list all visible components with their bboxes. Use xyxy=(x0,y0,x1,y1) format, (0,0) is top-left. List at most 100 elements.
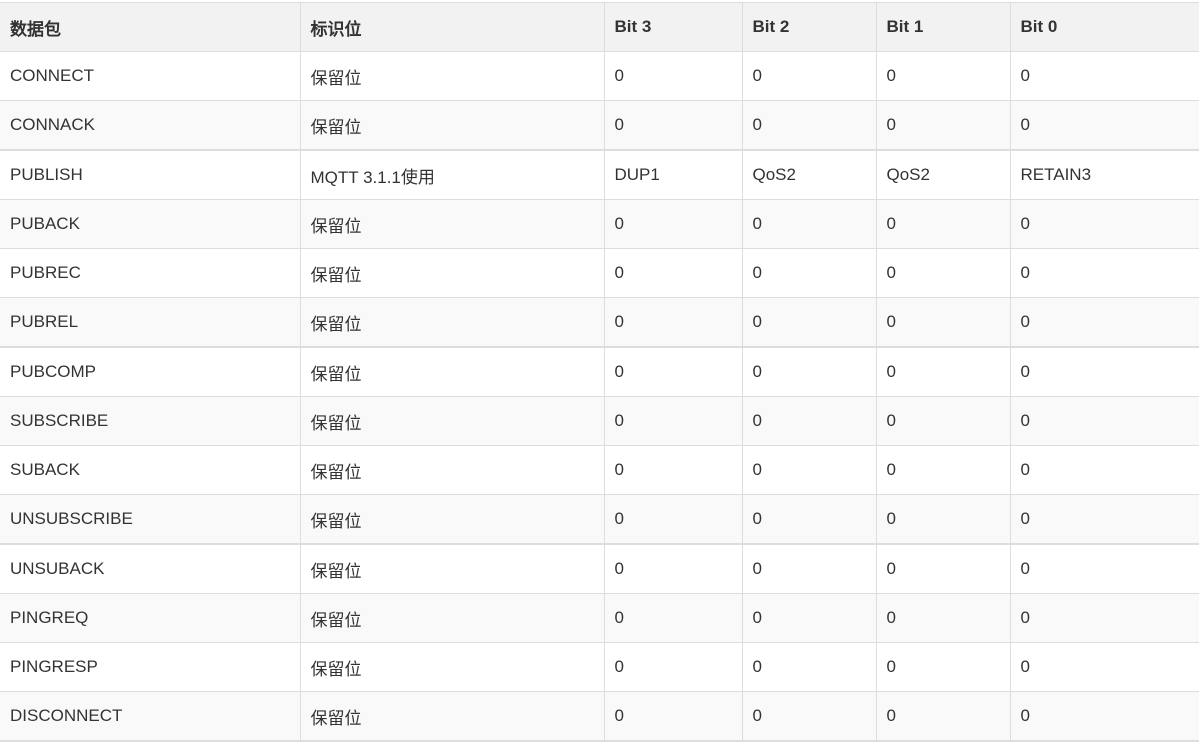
table-row: PUBCOMP 保留位 0 0 0 0 xyxy=(0,346,1199,397)
cell-bit-1: 0 xyxy=(875,100,1010,151)
cell-flags: 保留位 xyxy=(299,100,604,151)
table-row: PINGREQ 保留位 0 0 0 0 xyxy=(0,593,1199,643)
cell-packet: PINGRESP xyxy=(0,642,300,692)
cell-bit-3: 0 xyxy=(603,593,742,643)
cell-bit-0: 0 xyxy=(1009,199,1199,249)
cell-bit-1: QoS2 xyxy=(875,149,1010,200)
cell-bit-2: 0 xyxy=(741,691,876,742)
table-row: PINGRESP 保留位 0 0 0 0 xyxy=(0,642,1199,692)
cell-bit-0: 0 xyxy=(1009,248,1199,298)
cell-packet: SUBSCRIBE xyxy=(0,396,300,446)
cell-packet: SUBACK xyxy=(0,445,300,495)
cell-flags: 保留位 xyxy=(299,445,604,495)
table-row: PUBREC 保留位 0 0 0 0 xyxy=(0,248,1199,298)
cell-bit-0: 0 xyxy=(1009,445,1199,495)
cell-bit-0: 0 xyxy=(1009,346,1199,397)
cell-bit-1: 0 xyxy=(875,199,1010,249)
cell-bit-2: 0 xyxy=(741,543,876,594)
cell-flags: 保留位 xyxy=(299,691,604,742)
cell-flags: 保留位 xyxy=(299,642,604,692)
cell-bit-2: 0 xyxy=(741,593,876,643)
cell-flags: 保留位 xyxy=(299,346,604,397)
cell-bit-2: 0 xyxy=(741,51,876,101)
cell-bit-1: 0 xyxy=(875,642,1010,692)
cell-bit-1: 0 xyxy=(875,346,1010,397)
header-bit-3: Bit 3 xyxy=(603,2,742,52)
cell-flags: 保留位 xyxy=(299,396,604,446)
cell-bit-3: 0 xyxy=(603,100,742,151)
cell-bit-1: 0 xyxy=(875,445,1010,495)
cell-packet: PUBREC xyxy=(0,248,300,298)
table-row: SUBSCRIBE 保留位 0 0 0 0 xyxy=(0,396,1199,446)
cell-bit-0: 0 xyxy=(1009,642,1199,692)
table-row: PUBREL 保留位 0 0 0 0 xyxy=(0,297,1199,348)
cell-bit-0: 0 xyxy=(1009,494,1199,545)
cell-bit-2: 0 xyxy=(741,396,876,446)
header-bit-2: Bit 2 xyxy=(741,2,876,52)
cell-packet: UNSUBACK xyxy=(0,543,300,594)
table-header: 数据包 标识位 Bit 3 Bit 2 Bit 1 Bit 0 xyxy=(0,2,1199,52)
header-row: 数据包 标识位 Bit 3 Bit 2 Bit 1 Bit 0 xyxy=(0,2,1199,52)
cell-bit-3: 0 xyxy=(603,248,742,298)
cell-bit-2: QoS2 xyxy=(741,149,876,200)
cell-bit-3: 0 xyxy=(603,642,742,692)
cell-bit-1: 0 xyxy=(875,248,1010,298)
cell-bit-0: 0 xyxy=(1009,297,1199,348)
cell-bit-3: 0 xyxy=(603,445,742,495)
cell-bit-3: 0 xyxy=(603,51,742,101)
cell-bit-0: RETAIN3 xyxy=(1009,149,1199,200)
cell-bit-3: 0 xyxy=(603,691,742,742)
cell-bit-0: 0 xyxy=(1009,543,1199,594)
cell-bit-1: 0 xyxy=(875,297,1010,348)
cell-flags: 保留位 xyxy=(299,593,604,643)
cell-bit-3: 0 xyxy=(603,543,742,594)
header-bit-0: Bit 0 xyxy=(1009,2,1199,52)
table-row: UNSUBACK 保留位 0 0 0 0 xyxy=(0,543,1199,594)
table-body: CONNECT 保留位 0 0 0 0 CONNACK 保留位 0 0 0 0 … xyxy=(0,51,1199,742)
cell-packet: CONNECT xyxy=(0,51,300,101)
cell-packet: PUBCOMP xyxy=(0,346,300,397)
cell-flags: 保留位 xyxy=(299,543,604,594)
cell-packet: PUBLISH xyxy=(0,149,300,200)
cell-bit-1: 0 xyxy=(875,396,1010,446)
table-row: SUBACK 保留位 0 0 0 0 xyxy=(0,445,1199,495)
cell-flags: 保留位 xyxy=(299,248,604,298)
cell-bit-0: 0 xyxy=(1009,593,1199,643)
cell-bit-3: 0 xyxy=(603,346,742,397)
cell-bit-2: 0 xyxy=(741,297,876,348)
header-packet: 数据包 xyxy=(0,2,300,52)
cell-flags: MQTT 3.1.1使用 xyxy=(299,149,604,200)
cell-bit-1: 0 xyxy=(875,494,1010,545)
cell-bit-3: 0 xyxy=(603,494,742,545)
cell-bit-0: 0 xyxy=(1009,396,1199,446)
cell-flags: 保留位 xyxy=(299,297,604,348)
cell-flags: 保留位 xyxy=(299,199,604,249)
cell-packet: DISCONNECT xyxy=(0,691,300,742)
cell-packet: CONNACK xyxy=(0,100,300,151)
cell-bit-1: 0 xyxy=(875,593,1010,643)
cell-bit-2: 0 xyxy=(741,100,876,151)
header-bit-1: Bit 1 xyxy=(875,2,1010,52)
mqtt-flags-table: 数据包 标识位 Bit 3 Bit 2 Bit 1 Bit 0 CONNECT … xyxy=(0,2,1199,742)
table-row: UNSUBSCRIBE 保留位 0 0 0 0 xyxy=(0,494,1199,545)
table-row: DISCONNECT 保留位 0 0 0 0 xyxy=(0,691,1199,742)
cell-bit-2: 0 xyxy=(741,199,876,249)
cell-bit-3: 0 xyxy=(603,297,742,348)
cell-bit-1: 0 xyxy=(875,543,1010,594)
cell-packet: UNSUBSCRIBE xyxy=(0,494,300,545)
cell-flags: 保留位 xyxy=(299,494,604,545)
table-row: PUBACK 保留位 0 0 0 0 xyxy=(0,199,1199,249)
cell-packet: PINGREQ xyxy=(0,593,300,643)
cell-bit-2: 0 xyxy=(741,494,876,545)
header-flags: 标识位 xyxy=(299,2,604,52)
table-row: CONNECT 保留位 0 0 0 0 xyxy=(0,51,1199,101)
cell-bit-3: DUP1 xyxy=(603,149,742,200)
cell-bit-2: 0 xyxy=(741,445,876,495)
cell-bit-0: 0 xyxy=(1009,51,1199,101)
cell-bit-2: 0 xyxy=(741,642,876,692)
table-row: CONNACK 保留位 0 0 0 0 xyxy=(0,100,1199,151)
cell-bit-2: 0 xyxy=(741,248,876,298)
cell-bit-3: 0 xyxy=(603,396,742,446)
cell-bit-0: 0 xyxy=(1009,100,1199,151)
table-row: PUBLISH MQTT 3.1.1使用 DUP1 QoS2 QoS2 RETA… xyxy=(0,149,1199,200)
